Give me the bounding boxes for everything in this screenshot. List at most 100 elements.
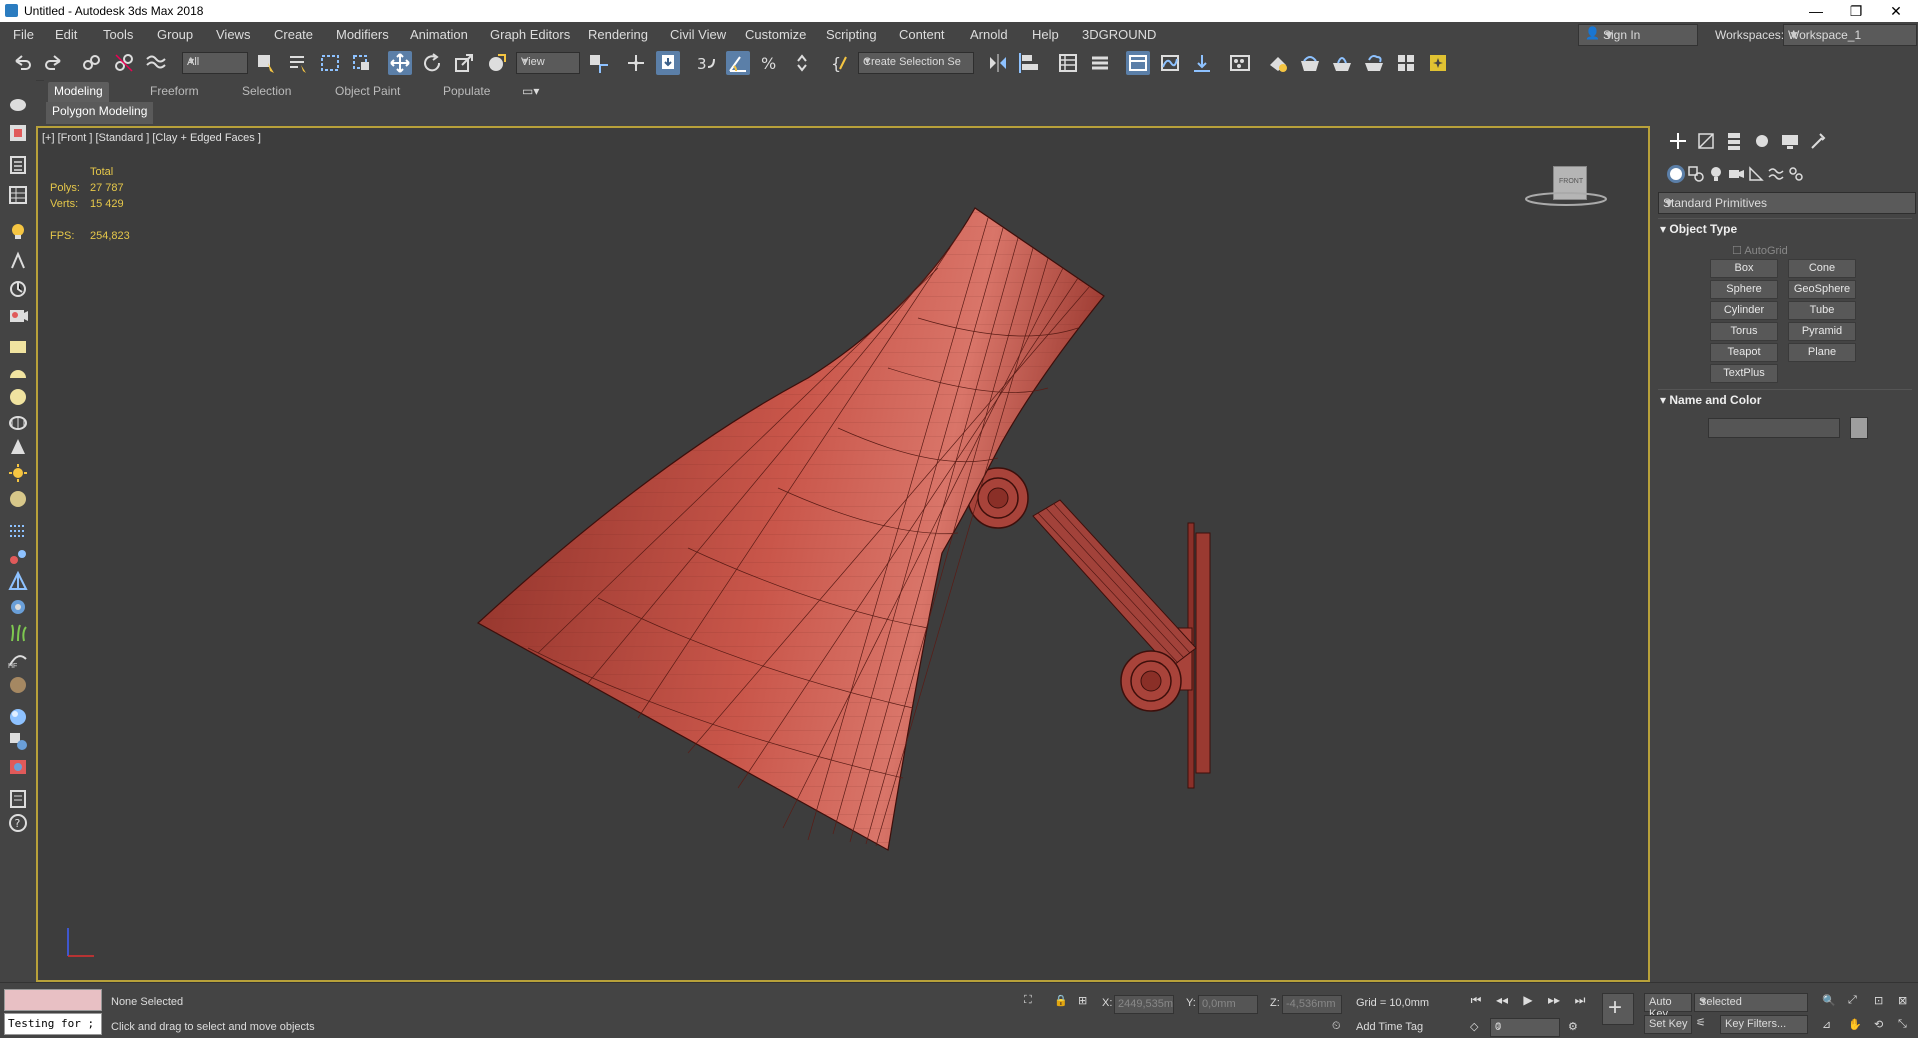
lights-category-icon[interactable] <box>1706 164 1726 184</box>
menu-file[interactable]: File <box>13 27 34 42</box>
modify-tab-icon[interactable] <box>1694 130 1718 152</box>
sun-icon[interactable] <box>6 462 30 484</box>
pan-view-icon[interactable]: ✋ <box>1848 1018 1862 1031</box>
particle-icon[interactable] <box>6 520 30 542</box>
zoom-icon[interactable]: 🔍 <box>1822 994 1836 1007</box>
render-effects-icon[interactable] <box>6 756 30 778</box>
cylinder-icon[interactable] <box>6 412 30 434</box>
create-tab-icon[interactable] <box>1666 130 1690 152</box>
shapes-category-icon[interactable] <box>1686 164 1706 184</box>
teapot-icon[interactable] <box>6 92 30 114</box>
time-tag-icon[interactable]: ⏲ <box>1332 1020 1341 1033</box>
biped-icon[interactable] <box>6 570 30 592</box>
set-key-button[interactable]: + <box>1602 993 1634 1025</box>
menu-civil-view[interactable]: Civil View <box>670 27 726 42</box>
window-crossing-icon[interactable] <box>350 51 374 75</box>
environment-icon[interactable] <box>6 730 30 752</box>
select-object-icon[interactable] <box>254 51 278 75</box>
tab-selection[interactable]: Selection <box>236 82 297 104</box>
object-category-dropdown[interactable]: Standard Primitives ▼ <box>1658 192 1916 214</box>
cone-button[interactable]: Cone <box>1788 259 1856 278</box>
motion-tab-icon[interactable] <box>1750 130 1774 152</box>
box-button[interactable]: Box <box>1710 259 1778 278</box>
tab-object-paint[interactable]: Object Paint <box>329 82 406 104</box>
menu-scripting[interactable]: Scripting <box>826 27 877 42</box>
geometry-category-icon[interactable] <box>1666 164 1686 184</box>
helper-icon[interactable] <box>6 546 30 568</box>
select-and-link-icon[interactable] <box>80 51 104 75</box>
camera-icon[interactable] <box>6 304 30 326</box>
go-to-start-icon[interactable]: ⏮ <box>1468 993 1484 1009</box>
hierarchy-tab-icon[interactable] <box>1722 130 1746 152</box>
close-button[interactable]: ✕ <box>1876 1 1916 21</box>
restore-button[interactable]: ❐ <box>1836 1 1876 21</box>
maxscript-input[interactable]: Testing for ; <box>4 1013 102 1035</box>
next-frame-icon[interactable]: ▸▸ <box>1546 993 1562 1009</box>
systems-category-icon[interactable] <box>1786 164 1806 184</box>
lights-icon[interactable] <box>6 220 30 242</box>
rotate-view-icon[interactable] <box>6 278 30 300</box>
autogrid-checkbox[interactable]: ☐ AutoGrid <box>1732 244 1788 257</box>
set-key-mode-button[interactable]: Set Key <box>1644 1015 1692 1034</box>
menu-help[interactable]: Help <box>1032 27 1059 42</box>
workspace-dropdown[interactable]: Workspace_1 ▼ <box>1783 24 1917 46</box>
menu-graph-editors[interactable]: Graph Editors <box>490 27 570 42</box>
menu-views[interactable]: Views <box>216 27 250 42</box>
tab-freeform[interactable]: Freeform <box>144 82 205 104</box>
render-in-cloud-icon[interactable] <box>1362 51 1386 75</box>
menu-arnold[interactable]: Arnold <box>970 27 1008 42</box>
menu-modifiers[interactable]: Modifiers <box>336 27 389 42</box>
cameras-category-icon[interactable] <box>1726 164 1746 184</box>
x-coordinate-field[interactable]: 2449,535m <box>1114 995 1174 1014</box>
spinner-snap-icon[interactable] <box>790 51 814 75</box>
name-and-color-rollout-title[interactable]: ▾ Name and Color <box>1660 393 1761 407</box>
snaps-toggle-icon[interactable]: 3 <box>694 51 718 75</box>
percent-snap-icon[interactable]: % <box>758 51 782 75</box>
isolate-selection-icon[interactable]: ⛶ <box>1024 994 1032 1007</box>
mirror-icon[interactable] <box>986 51 1010 75</box>
zoom-all-icon[interactable]: ⤢ <box>1848 994 1857 1007</box>
select-by-name-icon[interactable] <box>286 51 310 75</box>
unlink-selection-icon[interactable] <box>112 51 136 75</box>
undo-icon[interactable] <box>10 51 34 75</box>
polygon-modeling-panel[interactable]: Polygon Modeling <box>46 102 154 124</box>
space-warps-category-icon[interactable] <box>1766 164 1786 184</box>
auto-key-button[interactable]: Auto Key <box>1644 993 1692 1020</box>
select-and-place-icon[interactable] <box>484 51 508 75</box>
system-icon[interactable] <box>6 596 30 618</box>
tab-modeling[interactable]: Modeling <box>48 82 109 104</box>
previous-frame-icon[interactable]: ◂◂ <box>1494 993 1510 1009</box>
utilities-tab-icon[interactable] <box>1806 130 1830 152</box>
angle-snap-icon[interactable] <box>726 51 750 75</box>
object-type-rollout-title[interactable]: ▾ Object Type <box>1660 222 1737 236</box>
toggle-ribbon-icon[interactable] <box>1126 51 1150 75</box>
sphere-icon[interactable] <box>6 386 30 408</box>
minimize-button[interactable]: — <box>1796 1 1836 21</box>
ribbon-options-icon[interactable]: ▭▾ <box>516 82 545 104</box>
object-color-swatch[interactable] <box>1850 417 1868 439</box>
textplus-button[interactable]: TextPlus <box>1710 364 1778 383</box>
display-tab-icon[interactable] <box>1778 130 1802 152</box>
plane-button[interactable]: Plane <box>1788 343 1856 362</box>
play-icon[interactable]: ▶ <box>1520 993 1536 1009</box>
menu-edit[interactable]: Edit <box>55 27 77 42</box>
rectangular-selection-icon[interactable] <box>318 51 342 75</box>
torus-button[interactable]: Torus <box>1710 322 1778 341</box>
bind-to-space-warp-icon[interactable] <box>144 51 168 75</box>
go-to-end-icon[interactable]: ⏭ <box>1572 993 1588 1009</box>
y-coordinate-field[interactable]: 0,0mm <box>1198 995 1258 1014</box>
material-sphere-icon[interactable] <box>6 706 30 728</box>
geosphere-button[interactable]: GeoSphere <box>1788 280 1856 299</box>
front-viewport[interactable]: [+] [Front ] [Standard ] [Clay + Edged F… <box>36 126 1650 982</box>
utilities-icon[interactable] <box>6 788 30 810</box>
box-primitive-icon[interactable] <box>6 336 30 358</box>
z-coordinate-field[interactable]: -4,536mm <box>1282 995 1342 1014</box>
schematic-view-icon[interactable] <box>1190 51 1214 75</box>
cylinder-button[interactable]: Cylinder <box>1710 301 1778 320</box>
list-icon[interactable] <box>6 154 30 176</box>
key-filters-icon[interactable]: ⚟ <box>1696 1016 1706 1029</box>
grass-icon[interactable] <box>6 622 30 644</box>
select-and-rotate-icon[interactable] <box>420 51 444 75</box>
hemisphere-icon[interactable] <box>6 362 30 384</box>
absolute-mode-icon[interactable]: ⊞ <box>1078 994 1087 1007</box>
